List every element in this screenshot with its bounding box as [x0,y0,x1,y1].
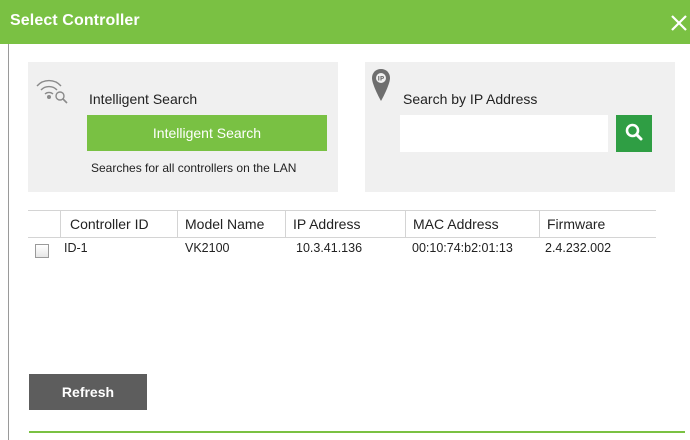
wifi-search-icon [34,74,74,104]
intelligent-search-label: Intelligent Search [89,91,198,107]
model-name-cell: VK2100 [185,241,230,255]
search-icon [624,122,644,145]
intelligent-search-button[interactable]: Intelligent Search [87,115,327,151]
column-header-mac-address[interactable]: MAC Address [405,211,539,238]
table-header: Controller ID Model Name IP Address MAC … [28,210,656,238]
svg-text:IP: IP [378,76,385,83]
ip-search-button[interactable] [616,115,652,152]
refresh-button[interactable]: Refresh [29,374,147,410]
bottom-divider [29,431,685,433]
column-header-model-name[interactable]: Model Name [177,211,285,238]
column-header-ip-address[interactable]: IP Address [285,211,405,238]
location-pin-icon: IP [371,68,391,102]
window-title: Select Controller [10,12,140,29]
column-header-controller-id[interactable]: Controller ID [60,211,177,238]
controller-id-cell: ID-1 [64,241,88,255]
column-header-firmware[interactable]: Firmware [539,211,656,238]
select-column-header [28,211,60,238]
table-row[interactable]: ID-1 VK2100 10.3.41.136 00:10:74:b2:01:1… [28,238,656,260]
mac-address-cell: 00:10:74:b2:01:13 [412,241,513,255]
title-bar: Select Controller [0,0,690,44]
ip-address-cell: 10.3.41.136 [296,241,363,255]
intelligent-search-help-text: Searches for all controllers on the LAN [91,161,297,175]
controller-table: Controller ID Model Name IP Address MAC … [28,210,656,260]
row-select-checkbox[interactable] [35,244,49,258]
ip-search-label: Search by IP Address [403,91,538,107]
close-icon[interactable] [666,8,690,36]
firmware-cell: 2.4.232.002 [545,241,612,255]
ip-address-input[interactable] [400,115,608,152]
